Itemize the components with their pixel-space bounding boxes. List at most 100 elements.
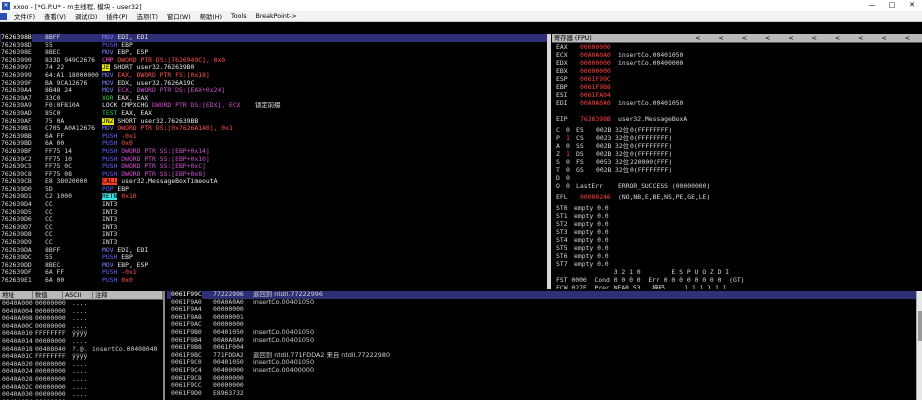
stack-row[interactable]: 0061F9B8 0061F004 [167, 344, 916, 352]
minimize-button[interactable]: — [862, 0, 882, 11]
disasm-row[interactable]: 762639C8 FF75 08 PUSH DWORD PTR SS:[EBP+0x… [0, 171, 547, 179]
maximize-button[interactable]: □ [882, 0, 902, 11]
dump-column-header[interactable]: ASCII [63, 291, 93, 300]
stack-scrollbar[interactable] [916, 291, 922, 400]
disasm-row[interactable]: 762639DA 8BFF MOV EDI, EDI [0, 247, 547, 255]
memory-dump-pane[interactable]: 地址 数值 ASCII 注释 0040A000 00000000.... 0040A004… [0, 291, 165, 400]
dump-column-header[interactable]: 数值 [33, 291, 63, 300]
disasm-row[interactable]: 76263990 833D 949C2676 CMP DWORD PTR DS:[7… [0, 57, 547, 65]
disasm-row[interactable]: 7626398B 8BFF MOV EDI, EDI [0, 34, 547, 42]
stack-row[interactable]: 0061F9A4 00000000 [167, 306, 916, 314]
flag-value[interactable]: 1 [566, 134, 570, 142]
disasm-row[interactable]: 762639D0 5D POP EBP [0, 186, 547, 194]
flag-row[interactable]: O 0 LastErr ERROR_SUCCESS (00000000) [552, 182, 922, 190]
dump-row[interactable]: 0040A018 00408040 ?.@. insertCo.00408040 [0, 346, 163, 354]
flag-value[interactable]: 0 [566, 174, 570, 182]
disasm-row[interactable]: 762639DC 55 PUSH EBP [0, 254, 547, 262]
stack-row[interactable]: 0061F9B4 00A0A0A0 insertCo.00401050 [167, 337, 916, 345]
stack-row[interactable]: 0061F9B0 00401050 insertCo.00401050 [167, 329, 916, 337]
register-row[interactable]: EBX 00000000 [552, 67, 922, 75]
fpu-row[interactable]: ST1 empty 0.0 [552, 212, 922, 220]
dump-row[interactable]: 0040A020 00000000.... [0, 361, 163, 369]
disasm-row[interactable]: 76263999 64:A1 18000000 MOV EAX, DWORD PTR… [0, 72, 547, 80]
dump-row[interactable]: 0040A028 00000000.... [0, 376, 163, 384]
stack-row[interactable]: 0061F9BC 771FDDA2 返回到 ntdll.771FDDA2 来自 nt… [167, 352, 916, 360]
disasm-row[interactable]: 7626399F BA 9CA12676 MOV EDX, user32.7626A… [0, 80, 547, 88]
dump-row[interactable]: 0040A008 00000000.... [0, 315, 163, 323]
register-row[interactable]: ECX 00A0A0A0 insertCo.00401050 [552, 51, 922, 59]
disasm-row[interactable]: 762639BD 6A 00 PUSH 0x0 [0, 140, 547, 148]
dump-row[interactable]: 0040A000 00000000.... [0, 300, 163, 308]
stack-row[interactable]: 0061F9C4 00400000 insertCo.00400000 [167, 367, 916, 375]
fpu-row[interactable]: ST0 empty 0.0 [552, 204, 922, 212]
register-row[interactable]: EAX 00000000 [552, 43, 922, 51]
flag-value[interactable]: 0 [566, 142, 570, 150]
disasm-row[interactable]: 762639DF 6A FF PUSH -0x1 [0, 269, 547, 277]
register-value[interactable]: 00000000 [580, 67, 611, 75]
disasm-row[interactable]: 762639A9 F0:0FB10A LOCK CMPXCHG DWORD PTR … [0, 102, 547, 110]
flag-value[interactable]: 1 [566, 150, 570, 158]
fpu-row[interactable]: ST6 empty 0.0 [552, 252, 922, 260]
register-row[interactable] [552, 107, 922, 115]
register-row[interactable]: ESI 0061FA04 [552, 91, 922, 99]
flag-row[interactable]: T 0 GS 002B 32位 0(FFFFFFFF) [552, 166, 922, 174]
stack-row[interactable]: 0061F9A0 00A0A0A0 insertCo.00401050 [167, 299, 916, 307]
stack-row[interactable]: 0061F9AC 00000000 [167, 321, 916, 329]
flag-value[interactable]: 0 [566, 182, 570, 190]
disasm-row[interactable]: 762639D9 CC INT3 [0, 239, 547, 247]
flag-row[interactable]: C 0 ES 002B 32位 0(FFFFFFFF) [552, 126, 922, 134]
dump-row[interactable]: 0040A00C 00000000.... [0, 323, 163, 331]
stack-row[interactable]: 0061F9CC 00000000 [167, 382, 916, 390]
disasm-row[interactable]: 762639D5 CC INT3 [0, 209, 547, 217]
scrollbar-thumb[interactable] [918, 311, 922, 341]
disasm-row[interactable]: 762639C2 FF75 10 PUSH DWORD PTR SS:[EBP+0x… [0, 156, 547, 164]
stack-row[interactable]: 0061F99C 77222996 返回到 ntdll.77222996 [167, 291, 916, 299]
menu-item[interactable]: BreakPoint-> [256, 13, 297, 20]
dump-row[interactable]: 0040A02C 00000000.... [0, 384, 163, 392]
dump-row[interactable]: 0040A010 FFFFFFFF ÿÿÿÿ [0, 330, 163, 338]
register-value[interactable]: 0061F9B8 [580, 83, 611, 91]
disasm-row[interactable]: 762639D4 CC INT3 [0, 201, 547, 209]
disasm-row[interactable]: 762639CB E8 38020000 CALL user32.MessageBo… [0, 178, 547, 186]
menu-item[interactable]: 插件(P) [106, 12, 127, 21]
disasm-row[interactable]: 762639BF FF75 14 PUSH DWORD PTR SS:[EBP+0x… [0, 148, 547, 156]
dump-column-header[interactable]: 地址 [0, 291, 33, 300]
dump-row[interactable]: 0040A030 00000000.... [0, 391, 163, 399]
flag-row[interactable]: Z 1 DS 002B 32位 0(FFFFFFFF) [552, 150, 922, 158]
eflags-row[interactable]: EFL 00000246 (NO,NB,E,BE,NS,PE,GE,LE) [552, 193, 922, 201]
disasm-row[interactable]: 762639AF 75 0A JNZ SHORT user32.762639BB [0, 117, 547, 126]
close-button[interactable]: ✕ [902, 0, 922, 11]
disasm-row[interactable]: 762639A4 8B48 24 MOV ECX, DWORD PTR DS:[EA… [0, 87, 547, 95]
flag-value[interactable]: 0 [566, 126, 570, 134]
flag-row[interactable]: P 1 CS 0023 32位 0(FFFFFFFF) [552, 134, 922, 142]
stack-row[interactable]: 0061F9A8 00000001 [167, 314, 916, 322]
menu-item[interactable]: Tools [231, 13, 247, 20]
flag-row[interactable]: D0 [552, 174, 922, 182]
registers-nav-arrows[interactable]: < < < < < < < < < < [693, 34, 918, 43]
registers-pane[interactable]: 寄存器 (FPU) < < < < < < < < < < EAX 0000000… [552, 34, 922, 289]
flag-value[interactable]: 0 [566, 158, 570, 166]
fpu-row[interactable]: ST4 empty 0.0 [552, 236, 922, 244]
register-value[interactable]: 0061FA04 [580, 91, 611, 99]
flag-row[interactable]: S 0 FS 0053 32位 220000(FFF) [552, 158, 922, 166]
menu-item[interactable]: 查看(V) [44, 12, 66, 21]
stack-row[interactable]: 0061F9C8 00000000 [167, 375, 916, 383]
disasm-row[interactable]: 762639D6 CC INT3 [0, 216, 547, 224]
menu-item[interactable]: 调试(D) [75, 12, 97, 21]
disasm-row[interactable]: 762639BB 6A FF PUSH -0x1 [0, 133, 547, 141]
menu-item[interactable]: 窗口(W) [167, 12, 191, 21]
disasm-row[interactable]: 762639AD 85C0 TEST EAX, EAX [0, 110, 547, 118]
disasm-row[interactable]: 762639D1 C2 1000 RETN 0x10 [0, 193, 547, 201]
disasm-row[interactable]: 7626398E 8BEC MOV EBP, ESP [0, 49, 547, 57]
stack-row[interactable]: 0061F9C0 00401050 insertCo.00401050 [167, 359, 916, 367]
register-value[interactable]: 00A0A0A0 [580, 99, 611, 107]
eflags-value[interactable]: 00000246 [580, 193, 611, 201]
disasm-row[interactable]: 762639C5 FF75 0C PUSH DWORD PTR SS:[EBP+0x… [0, 163, 547, 171]
register-value[interactable]: 7626398B [580, 115, 611, 123]
fpu-row[interactable]: ST2 empty 0.0 [552, 220, 922, 228]
register-row[interactable]: ESP 0061F99C [552, 75, 922, 83]
disasm-row[interactable]: 76263997 74 22 JE SHORT user32.762639B0 [0, 64, 547, 72]
disasm-row[interactable]: 762639E1 6A 00 PUSH 0x0 [0, 277, 547, 285]
disasm-row[interactable]: 762639DD 8BEC MOV EBP, ESP [0, 262, 547, 270]
disasm-row[interactable]: 762639D8 CC INT3 [0, 231, 547, 239]
